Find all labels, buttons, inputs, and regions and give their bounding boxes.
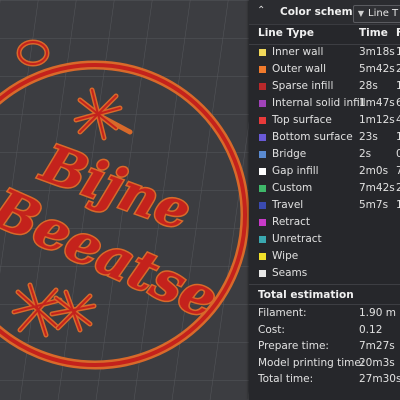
estimation-key: Filament:	[258, 307, 307, 319]
line-type-time: 7m42s	[359, 182, 395, 194]
color-swatch	[259, 219, 266, 226]
line-type-extra: 4	[396, 114, 400, 126]
line-type-row[interactable]: Bottom surface 23s 1	[249, 129, 400, 146]
line-type-row[interactable]: Unretract	[249, 231, 400, 248]
line-type-label: Sparse infill	[272, 80, 334, 92]
line-type-time: 1m12s	[359, 114, 395, 126]
estimation-row: Model printing time: 20m3s	[249, 356, 400, 372]
estimation-row: Cost: 0.12	[249, 323, 400, 339]
line-type-extra: 6	[396, 97, 400, 109]
color-scheme-panel: ⌃ Color scheme ▼ Line T Line Type Time F …	[249, 0, 400, 400]
estimation-value: 27m30s	[359, 373, 400, 385]
line-type-time: 1m47s	[359, 97, 395, 109]
line-type-label: Wipe	[272, 250, 299, 262]
color-swatch	[259, 100, 266, 107]
line-type-time: 28s	[359, 80, 378, 92]
line-type-row[interactable]: Gap infill 2m0s 7	[249, 163, 400, 180]
color-swatch	[259, 66, 266, 73]
estimation-key: Total time:	[258, 373, 314, 385]
chevron-down-icon: ▼	[357, 9, 365, 18]
line-type-row[interactable]: Retract	[249, 214, 400, 231]
line-type-label: Internal solid infill	[272, 97, 366, 109]
line-type-row[interactable]: Bridge 2s 0	[249, 146, 400, 163]
estimation-key: Model printing time:	[258, 356, 365, 369]
line-type-extra: 1	[396, 46, 400, 58]
line-type-row[interactable]: Outer wall 5m42s 2	[249, 61, 400, 78]
line-type-extra: 0	[396, 148, 400, 160]
color-swatch	[259, 185, 266, 192]
color-swatch	[259, 270, 266, 277]
line-type-label: Bottom surface	[272, 131, 353, 143]
divider	[249, 304, 400, 305]
line-type-row[interactable]: Travel 5m7s 1	[249, 197, 400, 214]
line-type-time: 23s	[359, 131, 378, 143]
estimation-value: 1.90 m	[359, 307, 396, 319]
line-type-row[interactable]: Inner wall 3m18s 1	[249, 44, 400, 61]
line-type-extra: 1	[396, 80, 400, 92]
line-type-extra: 1	[396, 199, 400, 211]
estimation-row: Total time: 27m30s	[249, 372, 400, 388]
line-type-time: 5m7s	[359, 199, 389, 211]
line-type-extra: 7	[396, 165, 400, 177]
estimation-value: 7m27s	[359, 340, 395, 352]
line-type-row[interactable]: Seams	[249, 265, 400, 282]
color-swatch	[259, 202, 266, 209]
line-type-row[interactable]: Sparse infill 28s 1	[249, 78, 400, 95]
line-type-extra: 2	[396, 63, 400, 75]
panel-title: Color scheme	[280, 6, 360, 18]
color-swatch	[259, 49, 266, 56]
line-type-row[interactable]: Top surface 1m12s 4	[249, 112, 400, 129]
line-type-label: Inner wall	[272, 46, 324, 58]
line-type-label: Unretract	[272, 233, 322, 245]
color-swatch	[259, 151, 266, 158]
color-swatch	[259, 117, 266, 124]
color-swatch	[259, 83, 266, 90]
line-type-label: Travel	[272, 199, 304, 211]
chevron-up-icon[interactable]: ⌃	[257, 4, 269, 18]
line-type-row[interactable]: Wipe	[249, 248, 400, 265]
estimation-row: Filament: 1.90 m	[249, 306, 400, 322]
color-swatch	[259, 168, 266, 175]
line-type-extra: 1	[396, 131, 400, 143]
column-header-time: Time	[359, 27, 388, 39]
color-swatch	[259, 134, 266, 141]
color-swatch	[259, 236, 266, 243]
line-type-label: Gap infill	[272, 165, 319, 177]
line-type-label: Bridge	[272, 148, 307, 160]
panel-header: ⌃ Color scheme ▼ Line T	[249, 0, 400, 25]
estimation-key: Prepare time:	[258, 340, 329, 352]
divider	[249, 284, 400, 285]
column-header-extra: F	[396, 27, 400, 39]
column-header-line-type: Line Type	[258, 27, 314, 39]
color-swatch	[259, 253, 266, 260]
line-type-row[interactable]: Internal solid infill 1m47s 6	[249, 95, 400, 112]
estimation-title: Total estimation	[258, 289, 354, 301]
estimation-row: Prepare time: 7m27s	[249, 339, 400, 355]
estimation-key: Cost:	[258, 323, 285, 336]
view-type-select[interactable]: ▼ Line T	[353, 5, 400, 23]
line-type-label: Seams	[272, 267, 308, 279]
estimation-value: 0.12	[359, 323, 383, 336]
line-type-label: Outer wall	[272, 63, 327, 75]
line-type-time: 3m18s	[359, 46, 395, 58]
line-type-label: Retract	[272, 216, 311, 228]
line-type-extra: 2	[396, 182, 400, 194]
estimation-value: 20m3s	[359, 356, 395, 369]
line-type-time: 2s	[359, 148, 372, 160]
line-type-time: 2m0s	[359, 165, 389, 177]
line-type-label: Custom	[272, 182, 313, 194]
line-type-label: Top surface	[272, 114, 332, 126]
view-type-value: Line T	[368, 8, 399, 19]
line-type-row[interactable]: Custom 7m42s 2	[249, 180, 400, 197]
line-type-time: 5m42s	[359, 63, 395, 75]
